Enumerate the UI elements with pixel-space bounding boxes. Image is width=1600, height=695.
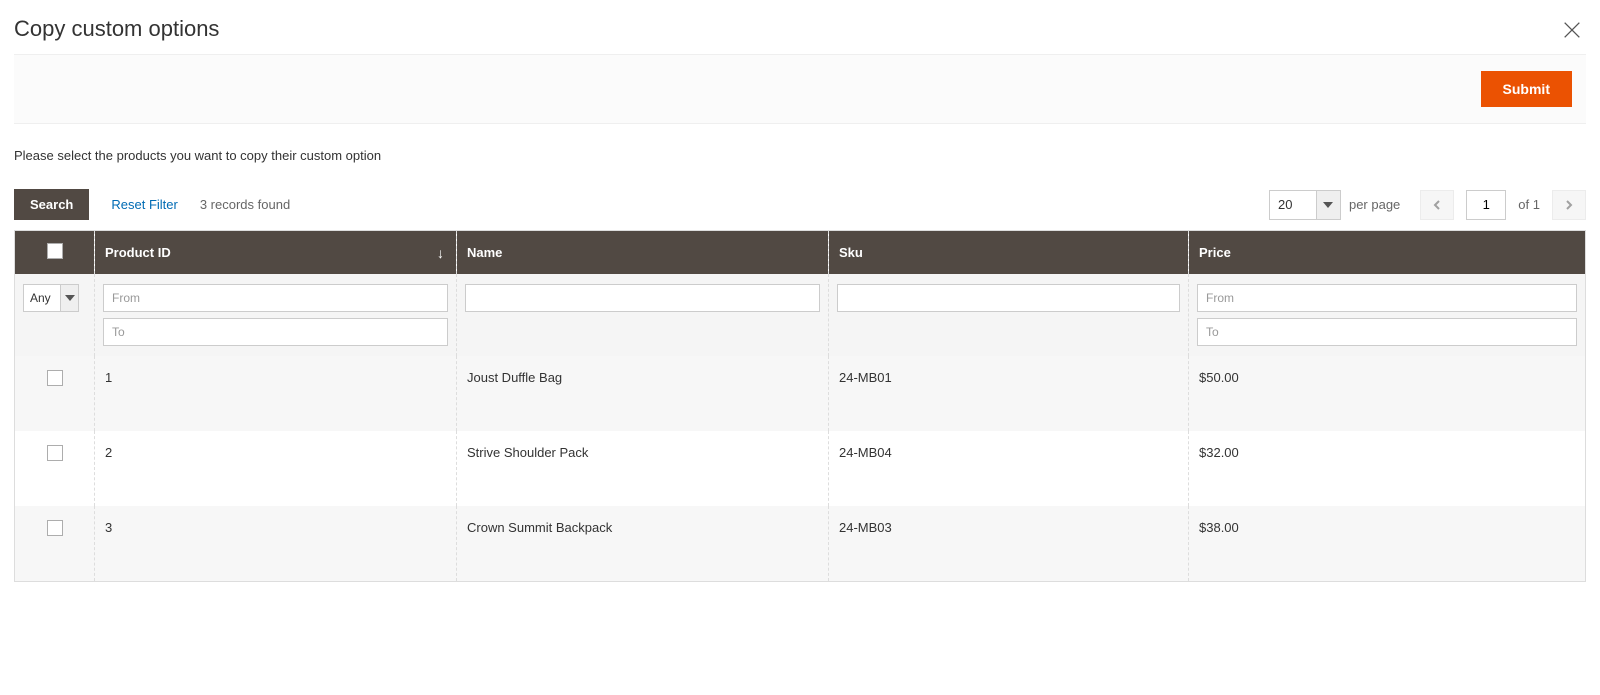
table-row[interactable]: 1 Joust Duffle Bag 24-MB01 $50.00 [15, 356, 1586, 431]
filter-product-id-to[interactable] [103, 318, 448, 346]
close-icon[interactable] [1558, 16, 1586, 44]
column-name[interactable]: Name [457, 231, 829, 275]
records-found-label: 3 records found [200, 197, 290, 212]
per-page-label: per page [1349, 197, 1400, 212]
cell-sku: 24-MB04 [829, 431, 1189, 506]
row-checkbox[interactable] [47, 370, 63, 386]
header-row: Product ID↓ Name Sku Price [15, 231, 1586, 275]
filter-row: Any [15, 274, 1586, 356]
cell-name: Joust Duffle Bag [457, 356, 829, 431]
cell-name: Crown Summit Backpack [457, 506, 829, 582]
modal-title: Copy custom options [14, 12, 219, 48]
cell-price: $38.00 [1189, 506, 1586, 582]
filter-sku[interactable] [837, 284, 1180, 312]
column-product-id[interactable]: Product ID↓ [95, 231, 457, 275]
action-bar: Submit [14, 54, 1586, 124]
search-button[interactable]: Search [14, 189, 89, 220]
filter-price-to[interactable] [1197, 318, 1577, 346]
row-checkbox[interactable] [47, 520, 63, 536]
cell-price: $50.00 [1189, 356, 1586, 431]
page-size-control: 20 per page [1269, 190, 1400, 220]
table-row[interactable]: 2 Strive Shoulder Pack 24-MB04 $32.00 [15, 431, 1586, 506]
instruction-text: Please select the products you want to c… [14, 124, 1586, 183]
prev-page-button[interactable] [1420, 190, 1454, 220]
submit-button[interactable]: Submit [1481, 71, 1572, 107]
select-all-checkbox[interactable] [47, 243, 63, 259]
cell-product-id: 3 [95, 506, 457, 582]
sort-desc-icon: ↓ [437, 245, 444, 261]
column-price[interactable]: Price [1189, 231, 1586, 275]
reset-filter-link[interactable]: Reset Filter [111, 197, 177, 212]
current-page-input[interactable] [1466, 190, 1506, 220]
filter-select-any[interactable]: Any [23, 284, 79, 312]
cell-name: Strive Shoulder Pack [457, 431, 829, 506]
filter-name[interactable] [465, 284, 820, 312]
filter-product-id-from[interactable] [103, 284, 448, 312]
products-grid: Product ID↓ Name Sku Price Any [14, 230, 1586, 582]
page-size-value: 20 [1270, 191, 1316, 219]
modal-header: Copy custom options [14, 12, 1586, 48]
chevron-down-icon[interactable] [1316, 191, 1340, 219]
select-all-header[interactable] [15, 231, 95, 275]
cell-sku: 24-MB03 [829, 506, 1189, 582]
cell-price: $32.00 [1189, 431, 1586, 506]
page-size-select[interactable]: 20 [1269, 190, 1341, 220]
next-page-button[interactable] [1552, 190, 1586, 220]
cell-product-id: 2 [95, 431, 457, 506]
cell-sku: 24-MB01 [829, 356, 1189, 431]
filter-price-from[interactable] [1197, 284, 1577, 312]
copy-custom-options-modal: Copy custom options Submit Please select… [0, 0, 1600, 594]
pager: of 1 [1420, 190, 1586, 220]
page-of-label: of 1 [1518, 197, 1540, 212]
row-checkbox[interactable] [47, 445, 63, 461]
cell-product-id: 1 [95, 356, 457, 431]
column-sku[interactable]: Sku [829, 231, 1189, 275]
grid-toolbar: Search Reset Filter 3 records found 20 p… [14, 183, 1586, 230]
filter-any-label: Any [24, 285, 60, 311]
chevron-down-icon[interactable] [60, 285, 78, 311]
table-row[interactable]: 3 Crown Summit Backpack 24-MB03 $38.00 [15, 506, 1586, 582]
